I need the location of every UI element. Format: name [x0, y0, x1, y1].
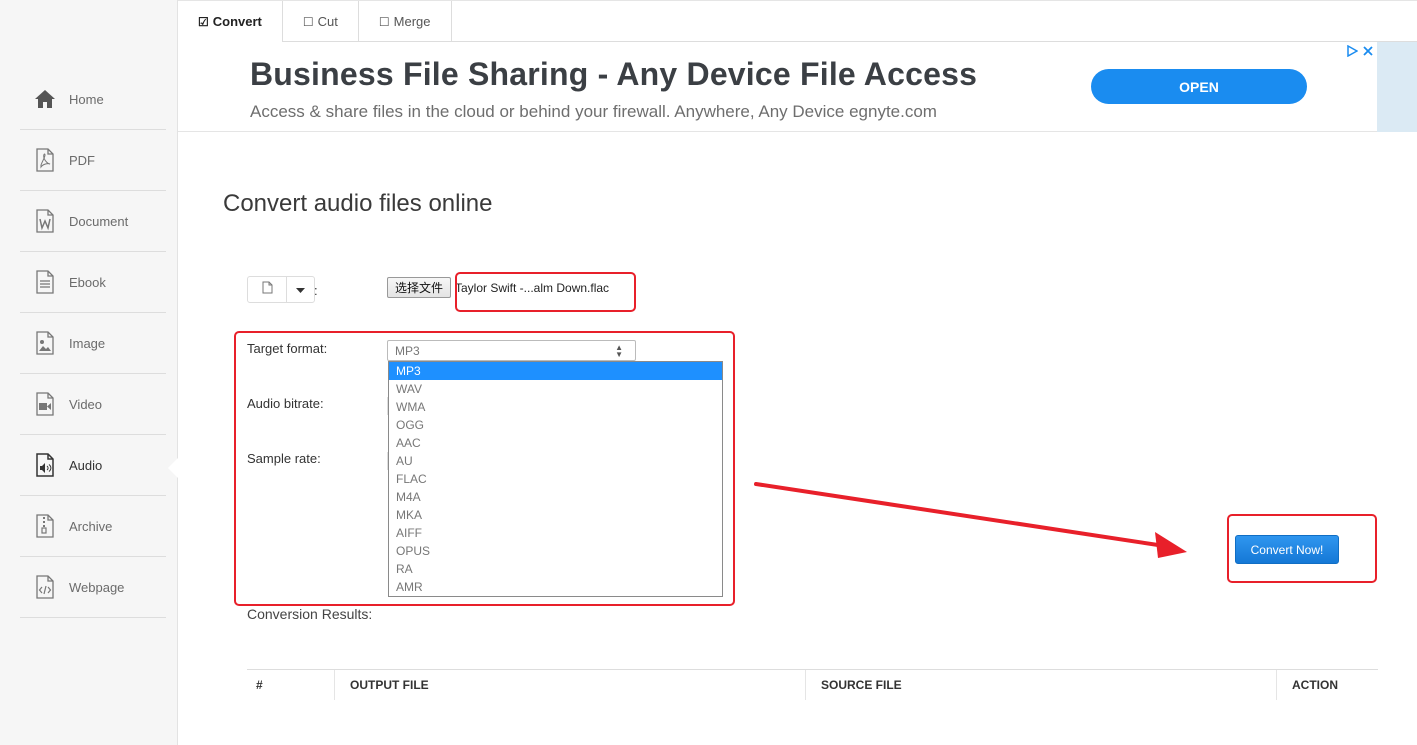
- tab-convert[interactable]: ☑ Convert: [178, 1, 283, 42]
- annotation-box-file: [455, 272, 636, 312]
- pdf-icon: [34, 148, 56, 172]
- ad-subtitle[interactable]: Access & share files in the cloud or beh…: [250, 102, 937, 122]
- ad-banner[interactable]: Business File Sharing - Any Device File …: [178, 42, 1417, 132]
- sidebar-item-audio[interactable]: Audio: [20, 435, 166, 496]
- caret-down-icon: [296, 281, 306, 299]
- sidebar-item-document[interactable]: Document: [20, 191, 166, 252]
- audio-icon: [34, 453, 56, 477]
- sidebar-item-image[interactable]: Image: [20, 313, 166, 374]
- sidebar-item-pdf[interactable]: PDF: [20, 130, 166, 191]
- results-table-header: # OUTPUT FILE SOURCE FILE ACTION: [247, 669, 1378, 700]
- archive-icon: [34, 514, 56, 538]
- sidebar-item-label: Archive: [69, 518, 113, 534]
- sidebar-item-ebook[interactable]: Ebook: [20, 252, 166, 313]
- file-source-button-group[interactable]: [247, 276, 315, 303]
- close-icon[interactable]: [1362, 44, 1374, 62]
- tab-cut[interactable]: ☐ Cut: [283, 1, 359, 42]
- webpage-icon: [34, 575, 56, 599]
- ad-title[interactable]: Business File Sharing - Any Device File …: [250, 56, 977, 93]
- sidebar-item-archive[interactable]: Archive: [20, 496, 166, 557]
- file-icon: [262, 281, 273, 299]
- annotation-arrow: [754, 482, 1187, 558]
- file-source-dropdown-button[interactable]: [287, 277, 314, 302]
- page-title: Convert audio files online: [223, 190, 493, 217]
- tool-tabs: ☑ Convert ☐ Cut ☐ Merge: [178, 0, 1417, 42]
- tab-label: Convert: [212, 14, 262, 29]
- sidebar: Home PDF Document Ebook Image Video Audi…: [0, 0, 178, 745]
- home-icon: [34, 88, 56, 110]
- sidebar-item-webpage[interactable]: Webpage: [20, 557, 166, 618]
- sidebar-item-label: PDF: [69, 152, 95, 168]
- ad-open-button[interactable]: OPEN: [1091, 69, 1307, 104]
- tab-label: Cut: [317, 14, 338, 29]
- unchecked-checkbox-icon: ☐: [302, 14, 314, 29]
- column-header-source-file: SOURCE FILE: [806, 670, 1277, 700]
- file-source-button[interactable]: [248, 277, 288, 302]
- unchecked-checkbox-icon: ☐: [378, 14, 390, 29]
- file-colon: :: [314, 283, 318, 298]
- sidebar-item-label: Image: [69, 335, 106, 351]
- annotation-box-convert: [1227, 514, 1377, 583]
- column-header-number: #: [247, 670, 335, 700]
- sidebar-item-label: Audio: [69, 457, 103, 473]
- sidebar-item-home[interactable]: Home: [20, 69, 166, 130]
- sidebar-nav: Home PDF Document Ebook Image Video Audi…: [20, 69, 166, 618]
- sidebar-item-label: Document: [69, 213, 129, 229]
- active-item-caret: [168, 458, 178, 478]
- checked-checkbox-icon: ☑: [198, 14, 209, 29]
- ad-side-strip: [1377, 42, 1417, 132]
- column-header-action: ACTION: [1292, 678, 1338, 692]
- tab-label: Merge: [393, 14, 431, 29]
- annotation-box-format: [234, 331, 735, 606]
- tab-merge[interactable]: ☐ Merge: [359, 1, 452, 42]
- ebook-icon: [34, 270, 56, 294]
- sidebar-item-label: Video: [69, 396, 103, 412]
- choose-file-button[interactable]: 选择文件: [387, 277, 451, 298]
- sidebar-item-label: Home: [69, 91, 104, 107]
- sidebar-item-video[interactable]: Video: [20, 374, 166, 435]
- image-icon: [34, 331, 56, 355]
- document-icon: [34, 209, 56, 233]
- sidebar-item-label: Ebook: [69, 274, 106, 290]
- sidebar-item-label: Webpage: [69, 579, 125, 595]
- column-header-output-file: OUTPUT FILE: [335, 670, 806, 700]
- video-icon: [34, 392, 56, 416]
- ad-play-icon[interactable]: [1346, 44, 1359, 62]
- conversion-results-label: Conversion Results:: [247, 606, 373, 622]
- ad-choices[interactable]: [1346, 44, 1374, 62]
